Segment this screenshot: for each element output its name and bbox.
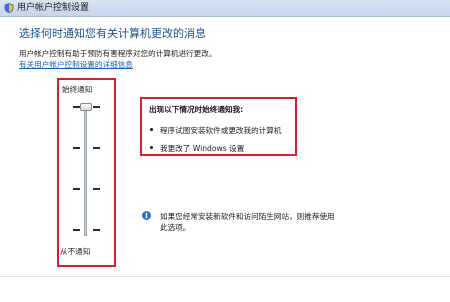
bullet-icon (150, 146, 153, 149)
slider-tick (93, 147, 100, 149)
slider-tick (73, 188, 80, 190)
slider-top-label: 始终通知 (62, 85, 93, 94)
slider-tick (73, 106, 80, 108)
notify-item: 程序试图安装软件或更改我的计算机 (160, 126, 282, 135)
slider-tick (73, 147, 80, 149)
slider-tick (73, 229, 80, 231)
slider-tick (93, 106, 100, 108)
slider-tick (93, 188, 100, 190)
page-description: 用户帐户控制有助于预防有害程序对您的计算机进行更改。 (19, 49, 217, 58)
window-title-bar[interactable]: 用户帐户控制设置 (0, 0, 450, 17)
help-link[interactable]: 有关用户帐户控制设置的详细信息 (19, 59, 133, 70)
window-title: 用户帐户控制设置 (17, 3, 90, 13)
info-icon: i (142, 211, 151, 220)
uac-slider-track[interactable] (84, 104, 87, 236)
info-note-line: 如果您经常安装新软件和访问陌生网站，则推荐使用 (160, 212, 335, 221)
info-note-line: 此选项。 (160, 223, 191, 232)
page-heading: 选择何时通知您有关计算机更改的消息 (19, 27, 206, 40)
slider-tick (93, 229, 100, 231)
notify-item: 我更改了 Windows 设置 (160, 144, 245, 153)
bullet-icon (150, 128, 153, 131)
footer-divider (0, 276, 450, 277)
slider-bottom-label: 从不通知 (60, 247, 91, 256)
notify-heading: 出现以下情况时始终通知我: (149, 105, 244, 114)
uac-slider-thumb[interactable] (80, 103, 92, 111)
shield-icon (4, 3, 14, 13)
